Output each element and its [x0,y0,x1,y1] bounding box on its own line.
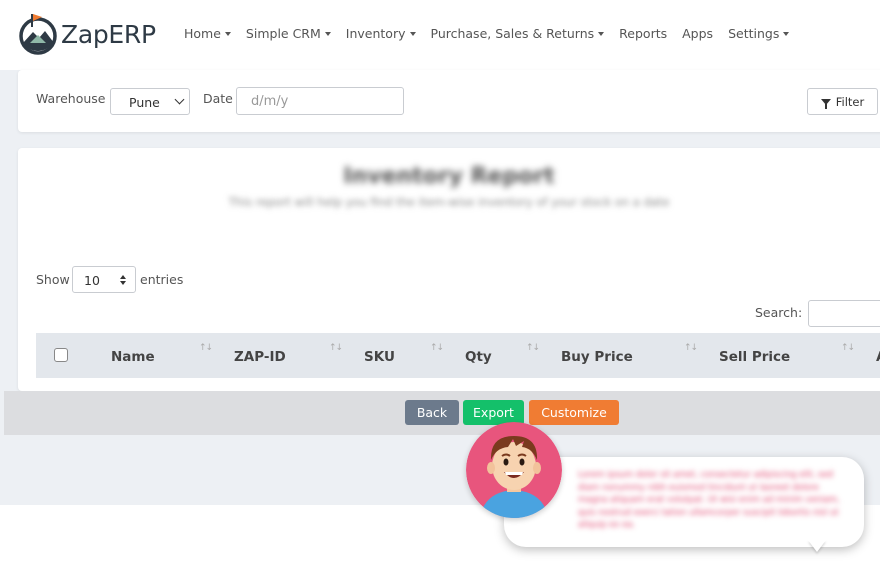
nav-reports-label: Reports [619,26,668,41]
sort-icon[interactable]: ↑↓ [430,343,444,353]
nav-settings[interactable]: Settings [728,26,790,41]
entries-select[interactable]: 10 [72,266,136,293]
chevron-down-icon [783,31,790,36]
sort-icon[interactable]: ↑↓ [329,343,343,353]
sort-icon[interactable]: ↑↓ [684,343,698,353]
column-header-zap-id[interactable]: ZAP-ID [234,349,286,365]
chevron-down-icon [598,31,605,36]
brand-logo[interactable]: ZapERP [18,13,156,55]
chevron-down-icon [324,31,331,36]
search-input[interactable] [808,300,880,327]
warehouse-label: Warehouse [36,91,106,106]
nav-apps-label: Apps [682,26,714,41]
main-menu: Home Simple CRM Inventory Purchase, Sale… [184,26,804,41]
nav-inventory[interactable]: Inventory [346,26,416,41]
column-header-qty[interactable]: Qty [465,349,492,365]
nav-inventory-label: Inventory [345,26,406,41]
column-header-sku[interactable]: SKU [364,349,395,365]
date-input[interactable]: d/m/y [236,87,404,115]
select-all-checkbox[interactable] [54,348,68,362]
brand-name: ZapERP [61,19,156,49]
filter-button[interactable]: Filter [807,88,878,115]
report-subtitle: This report will help you find the item-… [228,195,670,209]
search-label: Search: [755,305,803,320]
boy-avatar-icon [466,422,562,518]
speech-bubble-tail [808,540,826,552]
date-label: Date [203,91,233,106]
column-header-buy-price[interactable]: Buy Price [561,349,633,365]
sort-icon[interactable]: ↑↓ [199,343,213,353]
back-button[interactable]: Back [405,400,459,425]
nav-purchase-label: Purchase, Sales & Returns [430,26,595,41]
nav-purchase-sales-returns[interactable]: Purchase, Sales & Returns [431,26,605,41]
assistant-message: Lorem ipsum dolor sit amet, consectetur … [578,470,840,530]
column-header-name[interactable]: Name [111,349,155,365]
sort-icon[interactable]: ↑↓ [841,343,855,353]
assistant-avatar[interactable] [466,422,562,518]
customize-button[interactable]: Customize [529,400,619,425]
warehouse-value: Pune [129,95,160,110]
nav-reports[interactable]: Reports [619,26,667,41]
entries-label: entries [140,272,184,287]
date-placeholder: d/m/y [251,94,289,109]
chevron-down-icon [174,94,185,105]
top-navbar: ZapERP Home Simple CRM Inventory Purchas… [0,0,880,70]
filter-button-label: Filter [835,94,865,109]
warehouse-select[interactable]: Pune [110,88,190,115]
entries-value: 10 [84,273,100,288]
logo-mark-icon [18,13,58,55]
filter-icon [820,98,831,109]
column-header-partial[interactable]: A [876,349,880,365]
column-header-sell-price[interactable]: Sell Price [719,349,790,365]
nav-home-label: Home [184,26,221,41]
report-title: Inventory Report [343,164,555,189]
nav-simple-crm[interactable]: Simple CRM [246,26,331,41]
nav-home[interactable]: Home [184,26,231,41]
nav-settings-label: Settings [728,26,780,41]
nav-simple-crm-label: Simple CRM [245,26,321,41]
filter-card: Warehouse Pune Date d/m/y Filter [18,70,880,132]
nav-apps[interactable]: Apps [682,26,713,41]
report-card: Inventory Report This report will help y… [18,148,880,391]
chevron-down-icon [224,31,231,36]
chevron-down-icon [409,31,416,36]
sort-icon[interactable]: ↑↓ [526,343,540,353]
table-header: Name ↑↓ ZAP-ID ↑↓ SKU ↑↓ Qty ↑↓ Buy Pric… [36,333,880,378]
show-label: Show [36,272,70,287]
